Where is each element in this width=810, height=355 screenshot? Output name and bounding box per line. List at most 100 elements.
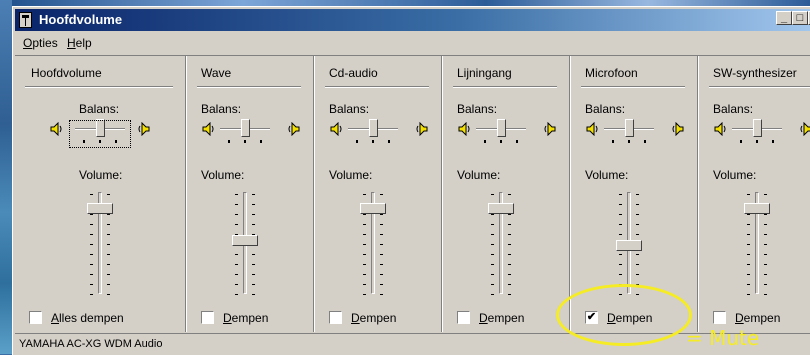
volume-thumb[interactable] (744, 203, 770, 214)
volume-slider[interactable] (353, 188, 393, 298)
volume-tick (491, 254, 494, 255)
volume-tick (380, 234, 383, 235)
volume-tick (747, 284, 750, 285)
volume-tick (636, 264, 639, 265)
mute-label[interactable]: Dempen (735, 311, 780, 325)
volume-tick (636, 274, 639, 275)
channel-title: SW-synthesizer (713, 66, 797, 80)
volume-tick (363, 244, 366, 245)
volume-tick (235, 214, 238, 215)
menu-options[interactable]: Opties (23, 36, 58, 50)
volume-tick (764, 294, 767, 295)
volume-tick (619, 264, 622, 265)
volume-tick (747, 244, 750, 245)
menu-help[interactable]: Help (67, 36, 92, 50)
balance-slider[interactable] (476, 118, 526, 144)
volume-tick (252, 294, 255, 295)
mute-checkbox[interactable] (457, 311, 470, 324)
volume-tick (363, 264, 366, 265)
volume-tick (636, 204, 639, 205)
volume-slider[interactable] (80, 188, 120, 298)
volume-tick (747, 214, 750, 215)
desktop-background (0, 0, 12, 354)
volume-tick (90, 224, 93, 225)
focus-rectangle (69, 120, 131, 148)
volume-tick (619, 214, 622, 215)
channel-separator (313, 56, 315, 332)
volume-tick (363, 274, 366, 275)
channel-title: Cd-audio (329, 66, 378, 80)
balance-thumb[interactable] (753, 119, 762, 137)
volume-tick (636, 254, 639, 255)
balance-slider[interactable] (604, 118, 654, 144)
volume-tick (252, 264, 255, 265)
volume-tick (235, 194, 238, 195)
title-bar[interactable]: Hoofdvolume _ □ × (15, 9, 810, 31)
volume-slider[interactable] (737, 188, 777, 298)
volume-label: Volume: (457, 168, 501, 182)
volume-tick (252, 254, 255, 255)
mute-label[interactable]: Alles dempen (51, 311, 124, 325)
volume-tick (747, 254, 750, 255)
maximize-button[interactable]: □ (792, 11, 808, 25)
balance-thumb[interactable] (241, 119, 250, 137)
balance-slider[interactable] (220, 118, 270, 144)
volume-tick (107, 244, 110, 245)
volume-tick (107, 194, 110, 195)
speaker-right-icon (800, 122, 810, 136)
mute-label[interactable]: Dempen (223, 311, 268, 325)
volume-slider[interactable] (609, 188, 649, 298)
volume-tick (508, 244, 511, 245)
volume-tick (235, 294, 238, 295)
volume-thumb[interactable] (87, 203, 113, 214)
annotation-mute-label: = Mute (686, 326, 760, 350)
speaker-right-icon (416, 122, 428, 136)
volume-tick (363, 234, 366, 235)
balance-slider[interactable] (732, 118, 782, 144)
balance-tick (612, 140, 614, 143)
mute-label[interactable]: Dempen (479, 311, 524, 325)
volume-slider[interactable] (225, 188, 265, 298)
minimize-button[interactable]: _ (776, 11, 792, 25)
volume-tick (90, 214, 93, 215)
balance-tick (772, 140, 774, 143)
balance-thumb[interactable] (369, 119, 378, 137)
volume-tick (107, 214, 110, 215)
volume-tick (491, 294, 494, 295)
volume-tick (363, 214, 366, 215)
mute-checkbox[interactable] (713, 311, 726, 324)
volume-slider[interactable] (481, 188, 521, 298)
speaker-left-icon (586, 122, 598, 136)
volume-tick (90, 294, 93, 295)
volume-tick (235, 274, 238, 275)
channel-divider (453, 86, 557, 88)
balance-tick (628, 140, 630, 143)
balance-thumb[interactable] (625, 119, 634, 137)
volume-tick (90, 234, 93, 235)
channel-separator (569, 56, 571, 332)
volume-tick (636, 214, 639, 215)
volume-tick (363, 284, 366, 285)
volume-tick (363, 294, 366, 295)
mute-checkbox[interactable] (29, 311, 42, 324)
speaker-app-icon[interactable] (19, 12, 32, 28)
mute-checkbox[interactable] (201, 311, 214, 324)
volume-thumb[interactable] (232, 235, 258, 246)
volume-label: Volume: (79, 168, 123, 182)
mute-checkbox[interactable] (329, 311, 342, 324)
speaker-left-icon (458, 122, 470, 136)
channel-separator (441, 56, 443, 332)
volume-tick (636, 224, 639, 225)
balance-thumb[interactable] (497, 119, 506, 137)
volume-thumb[interactable] (360, 203, 386, 214)
volume-thumb[interactable] (488, 203, 514, 214)
balance-tick (372, 140, 374, 143)
volume-control-window: Hoofdvolume _ □ × Opties Help Hoofdvolum… (12, 6, 810, 355)
volume-tick (747, 224, 750, 225)
balance-slider[interactable] (348, 118, 398, 144)
volume-thumb[interactable] (616, 240, 642, 251)
volume-tick (107, 254, 110, 255)
volume-tick (90, 264, 93, 265)
channel-hoofdvolume: Hoofdvolume Balans: Volume: Alles dempen (15, 56, 185, 332)
mute-label[interactable]: Dempen (351, 311, 396, 325)
